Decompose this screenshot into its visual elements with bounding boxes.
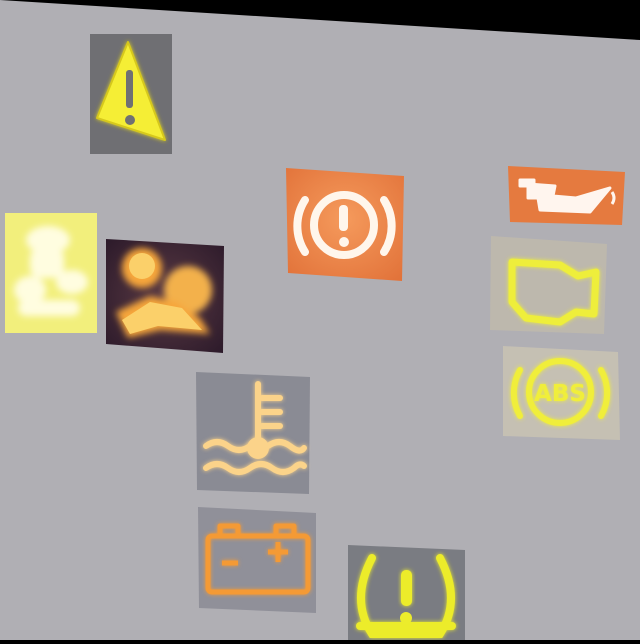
abs-label: ABS [534,381,586,407]
brake-warning-icon [286,168,404,281]
warning-triangle-icon [90,34,172,154]
battery-warning-icon [198,507,316,613]
airbag-warning-icon [106,239,224,353]
abs-warning-icon: ABS [503,346,620,440]
tire-pressure-icon [348,545,465,640]
scene: ABS [0,0,640,640]
check-engine-icon [490,236,607,334]
seat-occupancy-icon [5,213,97,333]
warning-lights-photo: ABS [0,0,640,640]
coolant-temperature-icon [196,372,310,494]
oil-pressure-icon [508,166,625,225]
